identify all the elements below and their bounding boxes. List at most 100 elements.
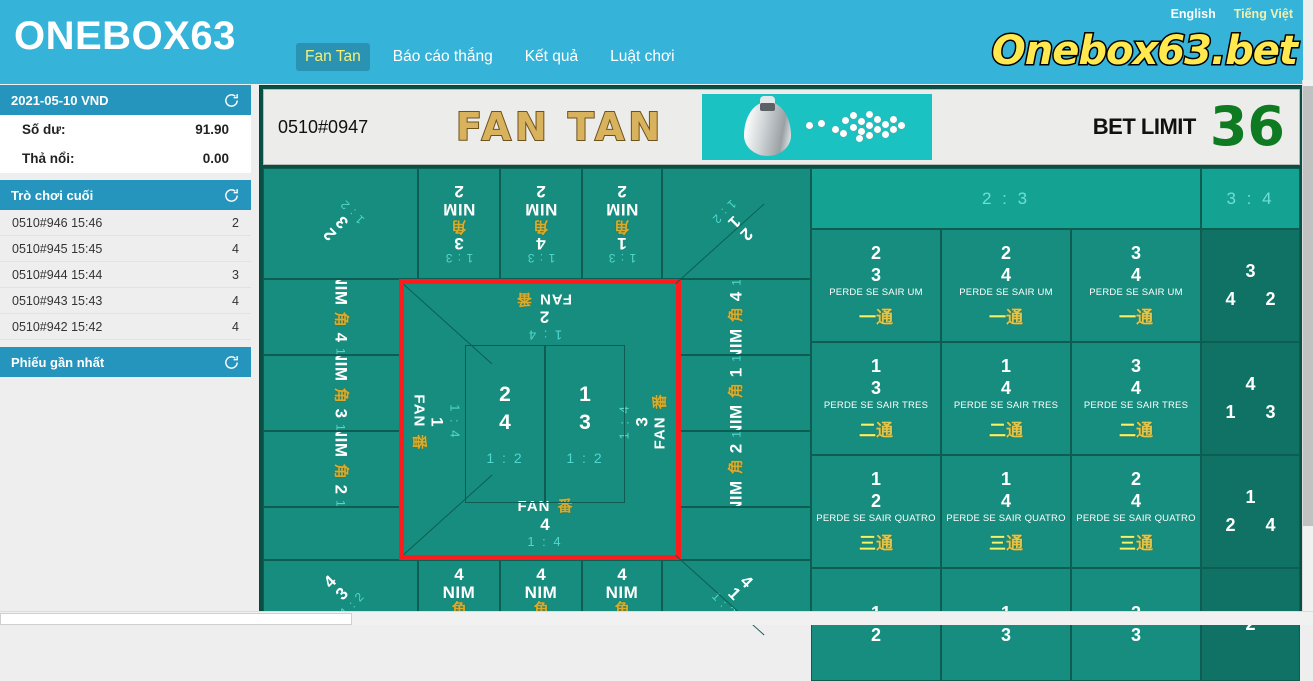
list-item[interactable]: 0510#945 15:45 4	[0, 236, 251, 262]
odds-bet-r3c3[interactable]: 2 4 PERDE SE SAIR QUATRO 三通	[1071, 455, 1201, 568]
game-id: 0510#945 15:45	[12, 242, 102, 256]
last-games-list: 0510#946 15:46 2 0510#945 15:45 4 0510#9…	[0, 210, 251, 340]
nim-num-b: 2	[332, 485, 350, 494]
inner-bet-right[interactable]: 1 3 1 : 2	[545, 345, 625, 503]
fan-bet-top[interactable]: 1 : 4 2 FAN 番	[465, 288, 625, 344]
nim-num-b: 1	[617, 234, 626, 252]
nim-bet-left-filler[interactable]	[263, 507, 418, 560]
nim-odds: 1 : 3	[334, 500, 347, 507]
float-label: Thả nổi:	[22, 151, 75, 166]
horizontal-scrollbar[interactable]	[0, 611, 1313, 625]
last-games-header: Trò chơi cuối	[0, 180, 251, 210]
vertical-scrollbar-thumb[interactable]	[1303, 86, 1313, 526]
vertical-scrollbar[interactable]	[1302, 80, 1313, 625]
odds-num-b: 4	[1001, 491, 1011, 513]
nim-bet-right-filler[interactable]	[662, 507, 811, 560]
nim-bet-top-3[interactable]: 1 : 3 1 角 NIM 2	[582, 168, 662, 279]
odds-bet-r3c1[interactable]: 1 2 PERDE SE SAIR QUATRO 三通	[811, 455, 941, 568]
odds-bet-r2c2[interactable]: 1 4 PERDE SE SAIR TRES 二通	[941, 342, 1071, 455]
odds-num-b: 4	[1131, 378, 1141, 400]
fan-label: FAN	[653, 417, 670, 450]
lang-vietnamese[interactable]: Tiếng Việt	[1234, 7, 1293, 21]
odds-bet-r1c3[interactable]: 3 4 PERDE SE SAIR UM 一通	[1071, 229, 1201, 342]
nim-cjk-glyph: 角	[729, 307, 745, 322]
odds-perde-text: PERDE SE SAIR QUATRO	[946, 513, 1065, 524]
odds-bet-r1c2[interactable]: 2 4 PERDE SE SAIR UM 一通	[941, 229, 1071, 342]
odds-num-a: 1	[871, 356, 881, 378]
odds-num-b: 2	[871, 491, 881, 513]
recent-slips-title: Phiếu gần nhất	[11, 355, 104, 370]
odds-wide-left: 2	[1225, 515, 1235, 537]
fan-tan-game-area: 0510#0947 FAN TAN BET LIMIT 36	[259, 85, 1303, 625]
current-game-id: 0510#0947	[278, 117, 438, 138]
odds-wide-right: 2	[1266, 289, 1276, 311]
fan-odds: 1 : 4	[447, 404, 462, 439]
odds-bet-r2c1[interactable]: 1 3 PERDE SE SAIR TRES 二通	[811, 342, 941, 455]
nav-item-fan-tan[interactable]: Fan Tan	[296, 43, 370, 71]
inner-num-a: 2	[499, 382, 511, 408]
nim-odds: 1 : 3	[730, 431, 743, 438]
refresh-icon[interactable]	[223, 354, 240, 371]
list-item[interactable]: 0510#946 15:46 2	[0, 210, 251, 236]
fan-num: 2	[540, 307, 549, 327]
inner-pair-bets: 2 4 1 : 2 1 3 1 : 2	[465, 345, 625, 503]
odds-bet-r2-wide[interactable]: 4 1 3	[1201, 342, 1300, 455]
nav-item-results[interactable]: Kết quả	[516, 43, 587, 71]
float-value: 0.00	[203, 151, 229, 166]
nim-bet-top-1[interactable]: 1 : 3 3 角 NIM 2	[418, 168, 500, 279]
nim-num-a: 4	[617, 566, 626, 584]
odds-cjk-glyph: 三通	[859, 529, 893, 554]
fan-num: 1	[427, 417, 447, 426]
odds-bet-r3c2[interactable]: 1 4 PERDE SE SAIR QUATRO 三通	[941, 455, 1071, 568]
list-item[interactable]: 0510#944 15:44 3	[0, 262, 251, 288]
balance-value: 91.90	[195, 122, 229, 137]
account-date-currency: 2021-05-10 VND	[11, 93, 109, 108]
odds-bet-r2c3[interactable]: 3 4 PERDE SE SAIR TRES 二通	[1071, 342, 1201, 455]
inner-num-a: 1	[579, 382, 591, 408]
list-item[interactable]: 0510#943 15:43 4	[0, 288, 251, 314]
fan-cjk-glyph: 番	[410, 434, 427, 449]
nim-bet-top-2[interactable]: 1 : 3 4 角 NIM 2	[500, 168, 582, 279]
nim-odds: 1 : 3	[334, 348, 347, 355]
nav-item-game-rules[interactable]: Luật chơi	[601, 43, 683, 71]
refresh-icon[interactable]	[223, 187, 240, 204]
odds-wide-right: 4	[1266, 515, 1276, 537]
fan-cjk-glyph: 番	[653, 394, 670, 409]
balance-label: Số dư:	[22, 122, 66, 137]
nim-label: NIM	[332, 279, 350, 306]
corner-bet-top-right[interactable]: 2 1 1 : 2	[662, 168, 811, 279]
game-result: 2	[232, 216, 239, 230]
nim-cjk-glyph: 角	[729, 459, 745, 474]
lang-english[interactable]: English	[1171, 7, 1216, 21]
odds-bet-r1-wide[interactable]: 3 4 2	[1201, 229, 1300, 342]
betting-board: 2 3 1 : 2 2 1 1 : 2 4 3 1 : 2	[263, 168, 1300, 624]
nim-cjk-glyph: 角	[452, 218, 467, 234]
odds-num-b: 3	[871, 378, 881, 400]
site-domain-logo: Onebox63.bet	[992, 28, 1297, 74]
bet-limit-value: 36	[1210, 100, 1285, 154]
nim-label: NIM	[332, 431, 350, 458]
language-switcher: English Tiếng Việt	[1171, 7, 1293, 21]
odds-wide-top: 3	[1245, 261, 1255, 283]
nim-num-a: 4	[454, 566, 463, 584]
nim-label: NIM	[728, 404, 746, 431]
odds-bet-r3-wide[interactable]: 1 2 4	[1201, 455, 1300, 568]
odds-num-b: 4	[1001, 265, 1011, 287]
odds-num-a: 3	[1131, 243, 1141, 265]
odds-header-2-3: 2 : 3	[811, 168, 1201, 229]
horizontal-scrollbar-thumb[interactable]	[0, 613, 352, 625]
odds-num-b: 2	[871, 625, 881, 647]
corner-bet-top-left[interactable]: 2 3 1 : 2	[263, 168, 418, 279]
nim-num-b: 4	[536, 234, 545, 252]
inner-bet-left[interactable]: 2 4 1 : 2	[465, 345, 545, 503]
nim-bet-left-1[interactable]: 1 NIM 角 4 1 : 3	[263, 279, 418, 355]
odds-bet-r1c1[interactable]: 2 3 PERDE SE SAIR UM 一通	[811, 229, 941, 342]
refresh-icon[interactable]	[223, 92, 240, 109]
game-result: 4	[232, 320, 239, 334]
fan-bet-bottom[interactable]: FAN 番 4 1 : 4	[465, 495, 625, 553]
list-item[interactable]: 0510#942 15:42 4	[0, 314, 251, 340]
nav-item-win-report[interactable]: Báo cáo thắng	[384, 43, 502, 71]
nim-bet-right-1[interactable]: 3 NIM 角 4 1 : 3	[662, 279, 811, 355]
odds-num-b: 4	[1131, 265, 1141, 287]
odds-cjk-glyph: 一通	[859, 303, 893, 328]
